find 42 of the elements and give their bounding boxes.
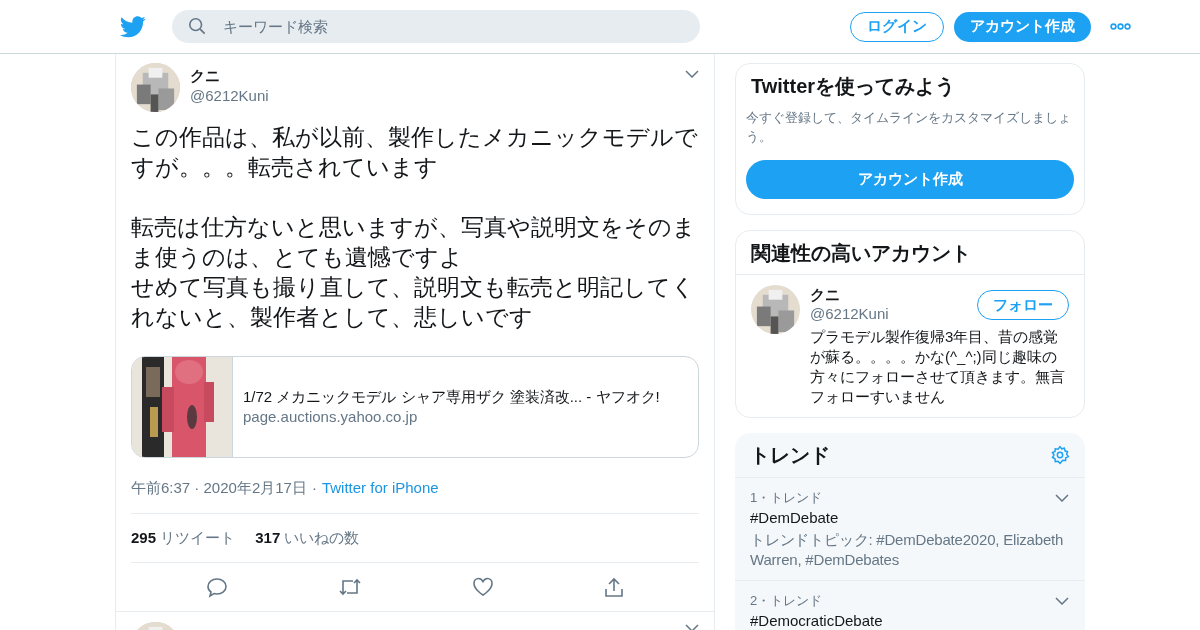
caret-icon[interactable]	[1055, 597, 1069, 605]
source-link[interactable]: Twitter for iPhone	[321, 476, 439, 500]
signup-button[interactable]: アカウント作成	[954, 11, 1091, 42]
caret-icon[interactable]	[1055, 494, 1069, 502]
card-title: 1/72 メカニックモデル シャア専用ザク 塗装済改... - ヤフオク!	[243, 387, 660, 407]
trend-topics: トレンドトピック: #DemDebate2020, Elizabeth Warren, #DemDebates	[750, 530, 1065, 570]
retweet-icon[interactable]	[338, 577, 362, 597]
signup-button[interactable]: アカウント作成	[746, 160, 1074, 199]
card-title: Twitterを使ってみよう	[750, 74, 957, 99]
card-text: 今すぐ登録して、タイムラインをカスタマイズしましょう。	[746, 109, 1072, 146]
trend-name[interactable]: #DemocraticDebate	[750, 611, 883, 630]
avatar[interactable]	[751, 285, 800, 334]
share-icon[interactable]	[604, 576, 624, 598]
separator: ·	[311, 477, 317, 498]
user-handle[interactable]: @6212Kuni	[190, 86, 269, 106]
tweet-text: 転売は仕方ないと思いますが、写真や説明文をそのまま使うのは、とても遺憾ですよ	[131, 213, 697, 272]
user-name[interactable]: クニ	[190, 66, 269, 86]
caret-icon[interactable]	[685, 70, 699, 78]
link-card[interactable]: 1/72 メカニックモデル シャア専用ザク 塗装済改... - ヤフオク! page.auctions.yahoo.co.jp	[131, 356, 699, 458]
trend-name[interactable]: #DemDebate	[750, 508, 839, 528]
settings-icon[interactable]	[1050, 445, 1070, 465]
trend-meta: 2・トレンド	[750, 592, 823, 610]
user-handle[interactable]: @6212Kuni	[810, 305, 889, 323]
tweet-text: せめて写真も撮り直して、説明文も転売と明記してくれないと、製作者として、悲しいです	[131, 273, 696, 332]
card-domain: page.auctions.yahoo.co.jp	[243, 407, 419, 427]
like-icon[interactable]	[472, 577, 494, 597]
bird-logo-icon[interactable]	[120, 15, 146, 38]
card-title: 関連性の高いアカウント	[736, 231, 1084, 275]
reply-icon[interactable]	[206, 576, 228, 598]
search-field[interactable]: キーワード検索	[172, 10, 700, 43]
trend-meta: 1・トレンド	[750, 489, 823, 507]
avatar[interactable]	[131, 63, 180, 112]
tweet-text: この作品は、私が以前、製作したメカニックモデルですが。。。転売されています	[131, 123, 699, 182]
more-icon[interactable]	[1110, 23, 1131, 30]
card-title: トレンド	[750, 443, 830, 468]
stat-link[interactable]: 295 リツイート	[131, 526, 236, 550]
user-name[interactable]: クニ	[810, 285, 889, 305]
stat-link[interactable]: 317 いいねの数	[255, 526, 360, 550]
tweet-time[interactable]: 午前6:37 · 2020年2月17日	[131, 476, 307, 500]
user-bio: プラモデル製作復帰3年目、昔の感覚が蘇る。。。。かな(^_^;)同じ趣味の方々にフォローさせて頂きます。無言フォローすいません	[810, 327, 1066, 407]
caret-icon[interactable]	[685, 624, 699, 630]
search-icon	[188, 17, 206, 35]
